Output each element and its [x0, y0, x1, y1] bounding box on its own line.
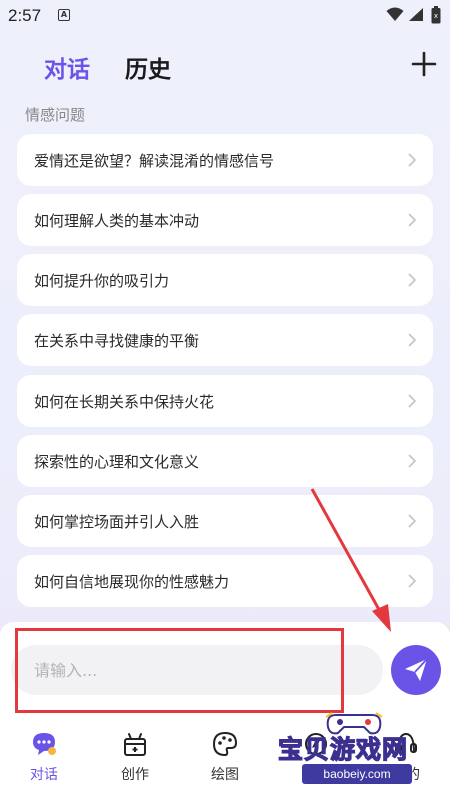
chevron-right-icon: [408, 514, 417, 528]
chevron-right-icon: [408, 333, 417, 347]
nav-item-chat[interactable]: 对话: [14, 730, 74, 790]
nav-label: 发现: [302, 767, 330, 783]
palette-icon: [212, 731, 238, 757]
nav-label: 我的: [392, 767, 420, 783]
chevron-right-icon: [408, 273, 417, 287]
section-label: 情感问题: [25, 106, 86, 124]
nav-item-profile[interactable]: 我的: [376, 730, 436, 790]
wifi-icon: [386, 7, 404, 21]
nav-item-create[interactable]: 创作: [105, 730, 165, 790]
plus-icon[interactable]: [410, 50, 438, 78]
nav-item-discover[interactable]: 发现: [286, 730, 346, 790]
list-item[interactable]: 如何掌控场面并引人入胜: [17, 495, 433, 547]
status-bar: 2:57 A x: [0, 0, 450, 30]
list-item[interactable]: 如何自信地展现你的性感魅力: [17, 555, 433, 607]
nav-item-draw[interactable]: 绘图: [195, 730, 255, 790]
nav-label: 创作: [121, 767, 149, 783]
nav-label: 绘图: [211, 767, 239, 783]
list-item-label: 如何掌控场面并引人入胜: [34, 512, 200, 531]
discover-icon: [305, 733, 327, 755]
tab-history[interactable]: 历史: [125, 50, 171, 84]
status-time: 2:57: [8, 6, 42, 25]
list-item-label: 如何自信地展现你的性感魅力: [34, 572, 230, 591]
list-item-label: 如何在长期关系中保持火花: [34, 392, 215, 411]
message-input[interactable]: [11, 645, 383, 695]
list-item[interactable]: 如何提升你的吸引力: [17, 254, 433, 306]
svg-text:x: x: [434, 12, 438, 20]
tab-chat[interactable]: 对话: [44, 50, 90, 84]
nav-label: 对话: [30, 767, 58, 783]
list-item[interactable]: 如何理解人类的基本冲动: [17, 194, 433, 246]
signal-icon: [409, 8, 423, 21]
list-item[interactable]: 在关系中寻找健康的平衡: [17, 314, 433, 366]
list-item[interactable]: 爱情还是欲望？解读混淆的情感信号: [17, 134, 433, 186]
chevron-right-icon: [408, 213, 417, 227]
gift-box-icon: [124, 733, 146, 756]
battery-icon: x: [431, 6, 441, 24]
list-item[interactable]: 探索性的心理和文化意义: [17, 435, 433, 487]
list-item-label: 如何理解人类的基本冲动: [34, 211, 200, 230]
list-item-label: 爱情还是欲望？解读混淆的情感信号: [34, 151, 275, 170]
send-button[interactable]: [391, 645, 441, 695]
chevron-right-icon: [408, 454, 417, 468]
profile-icon: [395, 732, 417, 753]
chevron-right-icon: [408, 394, 417, 408]
chevron-right-icon: [408, 574, 417, 588]
list-item[interactable]: 如何在长期关系中保持火花: [17, 375, 433, 427]
chat-bubble-icon: [33, 733, 56, 755]
notification-icon: A: [58, 9, 70, 21]
chevron-right-icon: [408, 153, 417, 167]
list-item-label: 如何提升你的吸引力: [34, 271, 170, 290]
paper-plane-icon: [405, 658, 428, 681]
list-item-label: 在关系中寻找健康的平衡: [34, 331, 200, 350]
list-item-label: 探索性的心理和文化意义: [34, 452, 200, 471]
